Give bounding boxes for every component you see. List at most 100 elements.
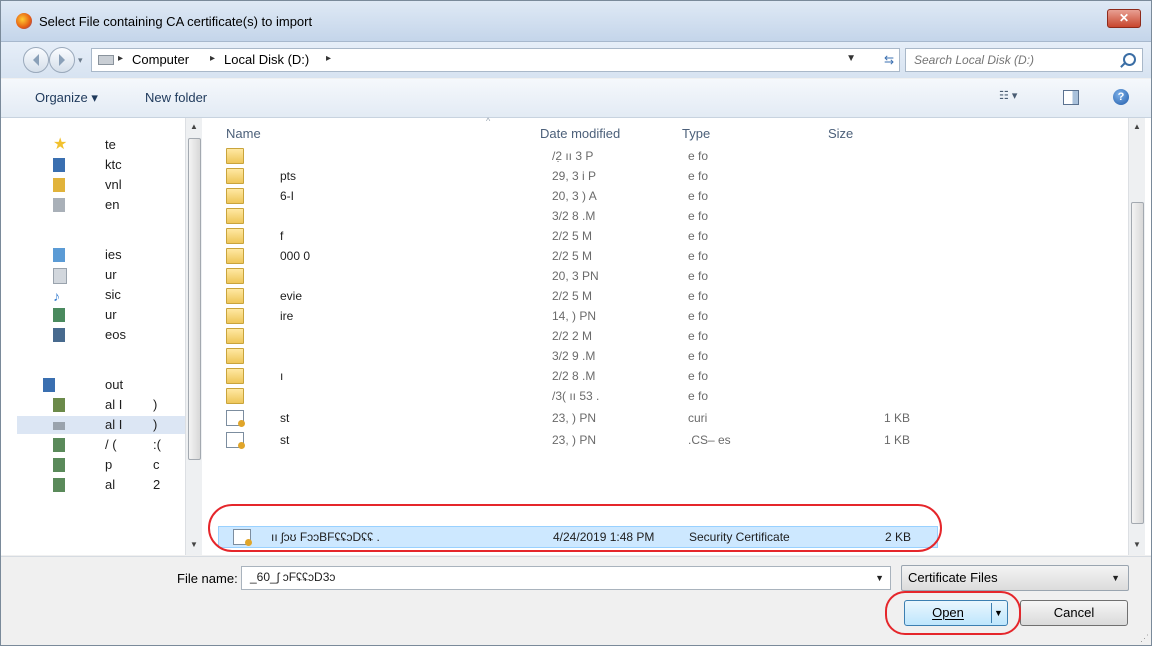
dialog-footer: File name: _60_ʃ ɔFʢʢɔD3ɔ ▼ Certificate … xyxy=(1,556,1151,645)
folder-icon xyxy=(226,308,244,324)
file-date: 2/2 8 .M xyxy=(552,369,596,383)
file-list-scrollbar[interactable]: ▲ ▼ xyxy=(1128,118,1145,555)
chevron-down-icon[interactable]: ▼ xyxy=(1111,573,1120,583)
file-size: 1 KB xyxy=(884,433,911,447)
help-button[interactable]: ? xyxy=(1113,89,1129,105)
file-name: 6-I xyxy=(280,189,295,203)
file-date: 20, 3 PN xyxy=(552,269,599,283)
file-name: evie xyxy=(280,289,303,303)
address-dropdown-icon[interactable]: ▼ xyxy=(846,53,856,64)
nav-pane-scrollbar[interactable]: ▲ ▼ xyxy=(185,118,202,555)
organize-button[interactable]: Organize ▾ xyxy=(35,90,98,106)
file-date: 2/2 2 M xyxy=(552,329,593,343)
resize-grip-icon[interactable]: ⋰ xyxy=(1140,633,1149,644)
file-type: e fo xyxy=(688,389,709,403)
scrollbar-thumb[interactable] xyxy=(188,138,201,460)
folder-row[interactable]: f 2/2 5 M e fo xyxy=(212,226,1128,246)
address-bar[interactable]: ▸ Computer ▸ Local Disk (D:) ▸ ▼ xyxy=(91,48,881,72)
nav-item-drive-d[interactable]: al I) xyxy=(17,416,185,434)
folder-row[interactable]: /3( ıı 53 . e fo xyxy=(212,386,1128,406)
navigation-pane: ★ te ktc vnl en ies ur ♪ sic ur eos out al… xyxy=(1,118,202,555)
back-button[interactable] xyxy=(23,47,49,73)
file-type: e fo xyxy=(688,249,709,263)
file-date: 3/2 9 .M xyxy=(552,349,596,363)
breadcrumb-separator[interactable]: ▸ xyxy=(326,53,331,64)
star-icon: ★ xyxy=(53,136,68,153)
file-date: /3( ıı 53 . xyxy=(552,389,600,403)
file-name-field[interactable]: _60_ʃ ɔFʢʢɔD3ɔ ▼ xyxy=(241,566,891,590)
file-row[interactable]: st 23, ) PN curi 1 KB xyxy=(212,408,1128,428)
search-box[interactable] xyxy=(905,48,1143,72)
file-type: curi xyxy=(688,411,708,425)
folder-row[interactable]: ire 14, ) PN e fo xyxy=(212,306,1128,326)
scroll-down-arrow-icon[interactable]: ▼ xyxy=(190,540,198,549)
folder-row[interactable]: 6-I 20, 3 ) A e fo xyxy=(212,186,1128,206)
folder-row[interactable]: 3/2 8 .M e fo xyxy=(212,206,1128,226)
file-type-filter[interactable]: Certificate Files ▼ xyxy=(901,565,1129,591)
column-header-type[interactable]: Type xyxy=(682,126,710,141)
documents-icon xyxy=(53,268,67,284)
file-date: 3/2 8 .M xyxy=(552,209,596,223)
file-type: e fo xyxy=(688,289,709,303)
change-view-button[interactable]: ☷ ▾ xyxy=(999,89,1033,107)
file-open-dialog: Select File containing CA certificate(s)… xyxy=(0,0,1152,646)
cancel-button[interactable]: Cancel xyxy=(1020,600,1128,626)
search-input[interactable] xyxy=(912,52,1116,68)
new-folder-button[interactable]: New folder xyxy=(145,90,207,105)
recent-places-icon xyxy=(53,198,65,212)
file-type: e fo xyxy=(688,369,709,383)
refresh-button[interactable]: ⇆ xyxy=(879,48,900,72)
column-header-size[interactable]: Size xyxy=(828,126,853,141)
libraries-icon xyxy=(53,248,65,262)
file-name-value[interactable]: _60_ʃ ɔFʢʢɔD3ɔ xyxy=(250,570,335,584)
folder-row[interactable]: 000 0 2/2 5 M e fo xyxy=(212,246,1128,266)
videos-icon xyxy=(53,328,65,342)
folder-row[interactable]: ı 2/2 8 .M e fo xyxy=(212,366,1128,386)
file-name: ire xyxy=(280,309,294,323)
forward-button[interactable] xyxy=(49,47,75,73)
file-type: e fo xyxy=(688,189,709,203)
folder-row[interactable]: evie 2/2 5 M e fo xyxy=(212,286,1128,306)
breadcrumb-separator[interactable]: ▸ xyxy=(210,53,215,64)
folder-icon xyxy=(226,188,244,204)
desktop-icon xyxy=(53,158,65,172)
file-row[interactable]: st 23, ) PN .CS– es 1 KB xyxy=(212,430,1128,450)
file-date: 20, 3 ) A xyxy=(552,189,597,203)
drive-icon xyxy=(53,398,65,412)
close-button[interactable]: ✕ xyxy=(1107,9,1141,28)
file-date: 2/2 5 M xyxy=(552,249,593,263)
scroll-up-arrow-icon[interactable]: ▲ xyxy=(1133,122,1141,131)
file-date: 23, ) PN xyxy=(552,411,597,425)
folder-icon xyxy=(226,388,244,404)
recent-pages-dropdown[interactable]: ▾ xyxy=(78,55,83,66)
sort-ascending-icon: ^ xyxy=(486,116,491,126)
file-name: 000 0 xyxy=(280,249,311,263)
folder-icon xyxy=(226,328,244,344)
scroll-up-arrow-icon[interactable]: ▲ xyxy=(190,122,198,131)
breadcrumb-computer[interactable]: Computer xyxy=(132,52,189,67)
folder-row[interactable]: 20, 3 PN e fo xyxy=(212,266,1128,286)
toolbar: Organize ▾ New folder ☷ ▾ ? xyxy=(1,79,1151,118)
file-type: e fo xyxy=(688,309,709,323)
scroll-down-arrow-icon[interactable]: ▼ xyxy=(1133,540,1141,549)
column-header-name[interactable]: Name xyxy=(226,126,261,141)
network-drive-icon xyxy=(53,438,65,452)
file-date: 2/2 5 M xyxy=(552,229,593,243)
folder-row[interactable]: 2/2 2 M e fo xyxy=(212,326,1128,346)
folder-row[interactable]: pts 29, 3 i P e fo xyxy=(212,166,1128,186)
file-date: 23, ) PN xyxy=(552,433,597,447)
column-header-date-modified[interactable]: Date modified xyxy=(540,126,620,141)
folder-icon xyxy=(226,288,244,304)
file-date: 29, 3 i P xyxy=(552,169,597,183)
scrollbar-thumb[interactable] xyxy=(1131,202,1144,524)
chevron-down-icon[interactable]: ▼ xyxy=(875,573,884,583)
folder-row[interactable]: 3/2 9 .M e fo xyxy=(212,346,1128,366)
search-icon[interactable] xyxy=(1123,53,1136,66)
annotation-highlight-oval xyxy=(885,591,1021,635)
breadcrumb-separator[interactable]: ▸ xyxy=(118,53,123,64)
network-drive-icon xyxy=(53,458,65,472)
breadcrumb-local-disk[interactable]: Local Disk (D:) xyxy=(224,52,309,67)
preview-pane-button[interactable] xyxy=(1063,90,1079,105)
file-name-label: File name: xyxy=(177,571,238,586)
folder-row[interactable]: /2̣ ıı 3 P e fo xyxy=(212,146,1128,166)
